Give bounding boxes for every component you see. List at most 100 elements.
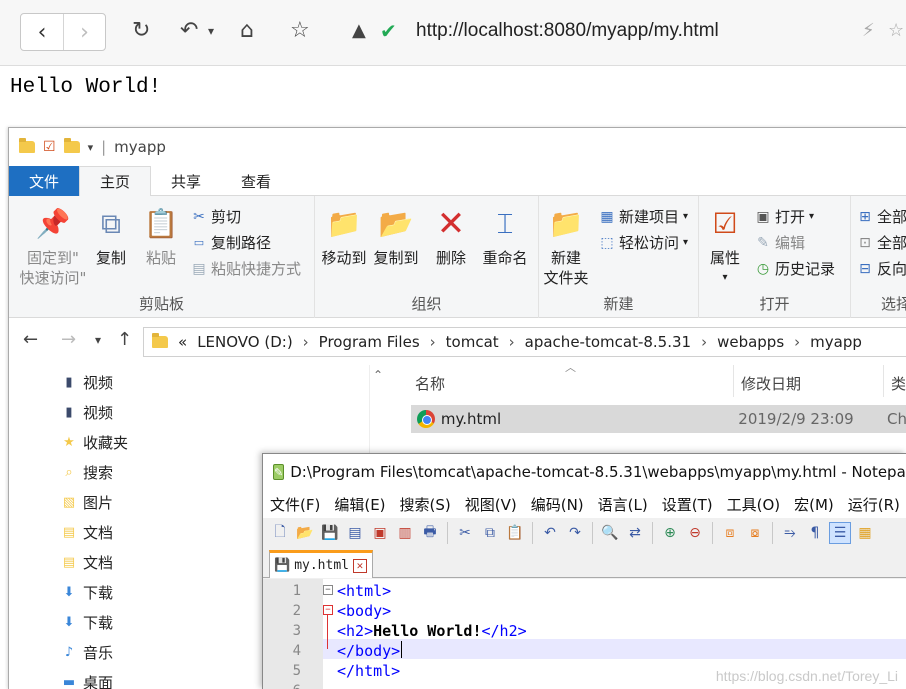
lightning-icon[interactable]: ⚡ bbox=[862, 16, 875, 46]
zoom-in-icon[interactable]: ⊕ bbox=[659, 522, 681, 544]
print-icon[interactable]: 🖶 bbox=[419, 522, 441, 544]
sidebar-item[interactable]: ⬇ 下载 bbox=[61, 577, 113, 607]
sidebar-item[interactable]: ⌕ 搜索 bbox=[61, 457, 113, 487]
undo-icon[interactable]: ↶ bbox=[539, 522, 561, 544]
undo-dropdown-icon[interactable]: ▾ bbox=[208, 16, 214, 46]
breadcrumb-item[interactable]: webapps bbox=[717, 333, 784, 351]
new-item-button[interactable]: ▦ 新建项目 ▾ bbox=[599, 206, 688, 227]
breadcrumb-item[interactable]: Program Files bbox=[319, 333, 420, 351]
copy-icon[interactable]: ⧉ bbox=[479, 522, 501, 544]
star-icon[interactable]: ☆ bbox=[290, 16, 310, 46]
menu-encoding[interactable]: 编码(N) bbox=[524, 494, 591, 515]
new-file-icon[interactable]: 🗋 bbox=[269, 522, 291, 544]
open-file-icon[interactable]: 📂 bbox=[294, 522, 316, 544]
tab-view[interactable]: 查看 bbox=[221, 166, 291, 196]
sidebar-item[interactable]: ⬇ 下载 bbox=[61, 607, 113, 637]
breadcrumb-item[interactable]: myapp bbox=[810, 333, 862, 351]
forward-button[interactable]: › bbox=[62, 14, 105, 50]
breadcrumb-item[interactable]: tomcat bbox=[446, 333, 499, 351]
edit-button[interactable]: ✎ 编辑 bbox=[755, 232, 805, 253]
sidebar-item[interactable]: ▧ 图片 bbox=[61, 487, 113, 517]
user-language-icon[interactable]: ▦ bbox=[854, 522, 876, 544]
column-type[interactable]: 类 bbox=[891, 373, 906, 394]
sidebar-item[interactable]: ▮ 视频 bbox=[61, 367, 113, 397]
undo-icon[interactable]: ↶ bbox=[180, 16, 198, 46]
menu-file[interactable]: 文件(F) bbox=[263, 494, 327, 515]
zoom-out-icon[interactable]: ⊖ bbox=[684, 522, 706, 544]
save-icon[interactable]: 💾 bbox=[319, 522, 341, 544]
breadcrumb-item[interactable]: LENOVO (D:) bbox=[197, 333, 292, 351]
scroll-up-icon[interactable]: ⌃ bbox=[373, 368, 383, 382]
explorer-forward-icon[interactable]: → bbox=[61, 329, 76, 350]
back-button[interactable]: ‹ bbox=[21, 14, 63, 50]
menu-tools[interactable]: 工具(O) bbox=[720, 494, 788, 515]
copy-to-button[interactable]: 📂 复制到 bbox=[371, 204, 421, 268]
properties-check-icon[interactable]: ☑ bbox=[43, 139, 56, 155]
adblock-icon[interactable]: ▲ bbox=[352, 16, 366, 46]
column-name[interactable]: 名称 bbox=[415, 373, 445, 394]
recent-locations-icon[interactable]: ▾ bbox=[95, 333, 101, 347]
select-none-button[interactable]: ⊡ 全部 bbox=[857, 232, 906, 253]
reload-icon[interactable]: ↻ bbox=[132, 16, 150, 46]
breadcrumb[interactable]: « LENOVO (D:) › Program Files › tomcat › ap… bbox=[143, 327, 906, 357]
close-all-icon[interactable]: ▥ bbox=[394, 522, 416, 544]
menu-view[interactable]: 视图(V) bbox=[458, 494, 524, 515]
word-wrap-icon[interactable]: ⥱ bbox=[779, 522, 801, 544]
cut-icon[interactable]: ✂ bbox=[454, 522, 476, 544]
breadcrumb-overflow[interactable]: « bbox=[178, 333, 187, 351]
new-folder-button[interactable]: 📁 新建 文件夹 bbox=[541, 204, 591, 288]
indent-guide-icon[interactable]: ☰ bbox=[829, 522, 851, 544]
copy-path-button[interactable]: ▭ 复制路径 bbox=[191, 232, 271, 253]
sidebar-item[interactable]: ▤ 文档 bbox=[61, 517, 113, 547]
close-icon[interactable]: ✕ bbox=[352, 558, 367, 573]
tab-file[interactable]: 文件 bbox=[9, 166, 79, 196]
menu-run[interactable]: 运行(R) bbox=[841, 494, 906, 515]
up-icon[interactable]: ↑ bbox=[117, 329, 132, 350]
find-icon[interactable]: 🔍 bbox=[599, 522, 621, 544]
cut-button[interactable]: ✂ 剪切 bbox=[191, 206, 241, 227]
shield-check-icon[interactable]: ✔ bbox=[380, 16, 397, 46]
menu-macro[interactable]: 宏(M) bbox=[787, 494, 841, 515]
address-bar[interactable]: http://localhost:8080/myapp/my.html bbox=[416, 20, 719, 42]
menu-settings[interactable]: 设置(T) bbox=[655, 494, 720, 515]
table-row[interactable]: my.html 2019/2/9 23:09 Ch bbox=[411, 405, 906, 433]
sync-horizontal-icon[interactable]: ⧇ bbox=[744, 522, 766, 544]
easy-access-button[interactable]: ⬚ 轻松访问 ▾ bbox=[599, 232, 688, 253]
close-file-icon[interactable]: ▣ bbox=[369, 522, 391, 544]
star-outline-icon[interactable]: ☆ bbox=[888, 16, 904, 46]
sidebar-item[interactable]: ▤ 文档 bbox=[61, 547, 113, 577]
menu-search[interactable]: 搜索(S) bbox=[393, 494, 458, 515]
sidebar-item[interactable]: ♪ 音乐 bbox=[61, 637, 113, 667]
sidebar-item[interactable]: ▬ 桌面 bbox=[61, 667, 113, 689]
invert-selection-button[interactable]: ⊟ 反向 bbox=[857, 258, 906, 279]
quick-access-dropdown-icon[interactable]: ▾ bbox=[88, 141, 94, 154]
explorer-back-icon[interactable]: ← bbox=[23, 329, 38, 350]
copy-button[interactable]: ⧉ 复制 bbox=[91, 204, 131, 268]
paste-shortcut-button[interactable]: ▤ 粘贴快捷方式 bbox=[191, 258, 301, 279]
pin-quick-access-button[interactable]: 📌 固定到" 快速访问" bbox=[15, 204, 91, 288]
sync-vertical-icon[interactable]: ⧈ bbox=[719, 522, 741, 544]
properties-button[interactable]: ☑ 属性 ▾ bbox=[705, 204, 745, 288]
show-all-chars-icon[interactable]: ¶ bbox=[804, 522, 826, 544]
redo-icon[interactable]: ↷ bbox=[564, 522, 586, 544]
fold-toggle-icon[interactable]: − bbox=[323, 605, 333, 615]
menu-edit[interactable]: 编辑(E) bbox=[327, 494, 392, 515]
tab-share[interactable]: 共享 bbox=[151, 166, 221, 196]
sidebar-item[interactable]: ▮ 视频 bbox=[61, 397, 113, 427]
move-to-button[interactable]: 📁 移动到 bbox=[319, 204, 369, 268]
paste-icon[interactable]: 📋 bbox=[504, 522, 526, 544]
column-modified[interactable]: 修改日期 bbox=[741, 373, 801, 394]
code-editor[interactable]: 123456 <html><body><h2>Hello World!</h2>… bbox=[263, 579, 906, 689]
menu-language[interactable]: 语言(L) bbox=[591, 494, 655, 515]
home-icon[interactable]: ⌂ bbox=[240, 16, 254, 46]
open-button[interactable]: ▣ 打开 ▾ bbox=[755, 206, 814, 227]
new-folder-icon[interactable] bbox=[63, 138, 80, 153]
history-button[interactable]: ◷ 历史记录 bbox=[755, 258, 835, 279]
delete-button[interactable]: ✕ 删除 bbox=[433, 204, 469, 268]
breadcrumb-item[interactable]: apache-tomcat-8.5.31 bbox=[525, 333, 691, 351]
sidebar-item[interactable]: ★ 收藏夹 bbox=[61, 427, 128, 457]
fold-toggle-icon[interactable]: − bbox=[323, 585, 333, 595]
replace-icon[interactable]: ⇄ bbox=[624, 522, 646, 544]
select-all-button[interactable]: ⊞ 全部 bbox=[857, 206, 906, 227]
paste-button[interactable]: 📋 粘贴 bbox=[141, 204, 181, 268]
